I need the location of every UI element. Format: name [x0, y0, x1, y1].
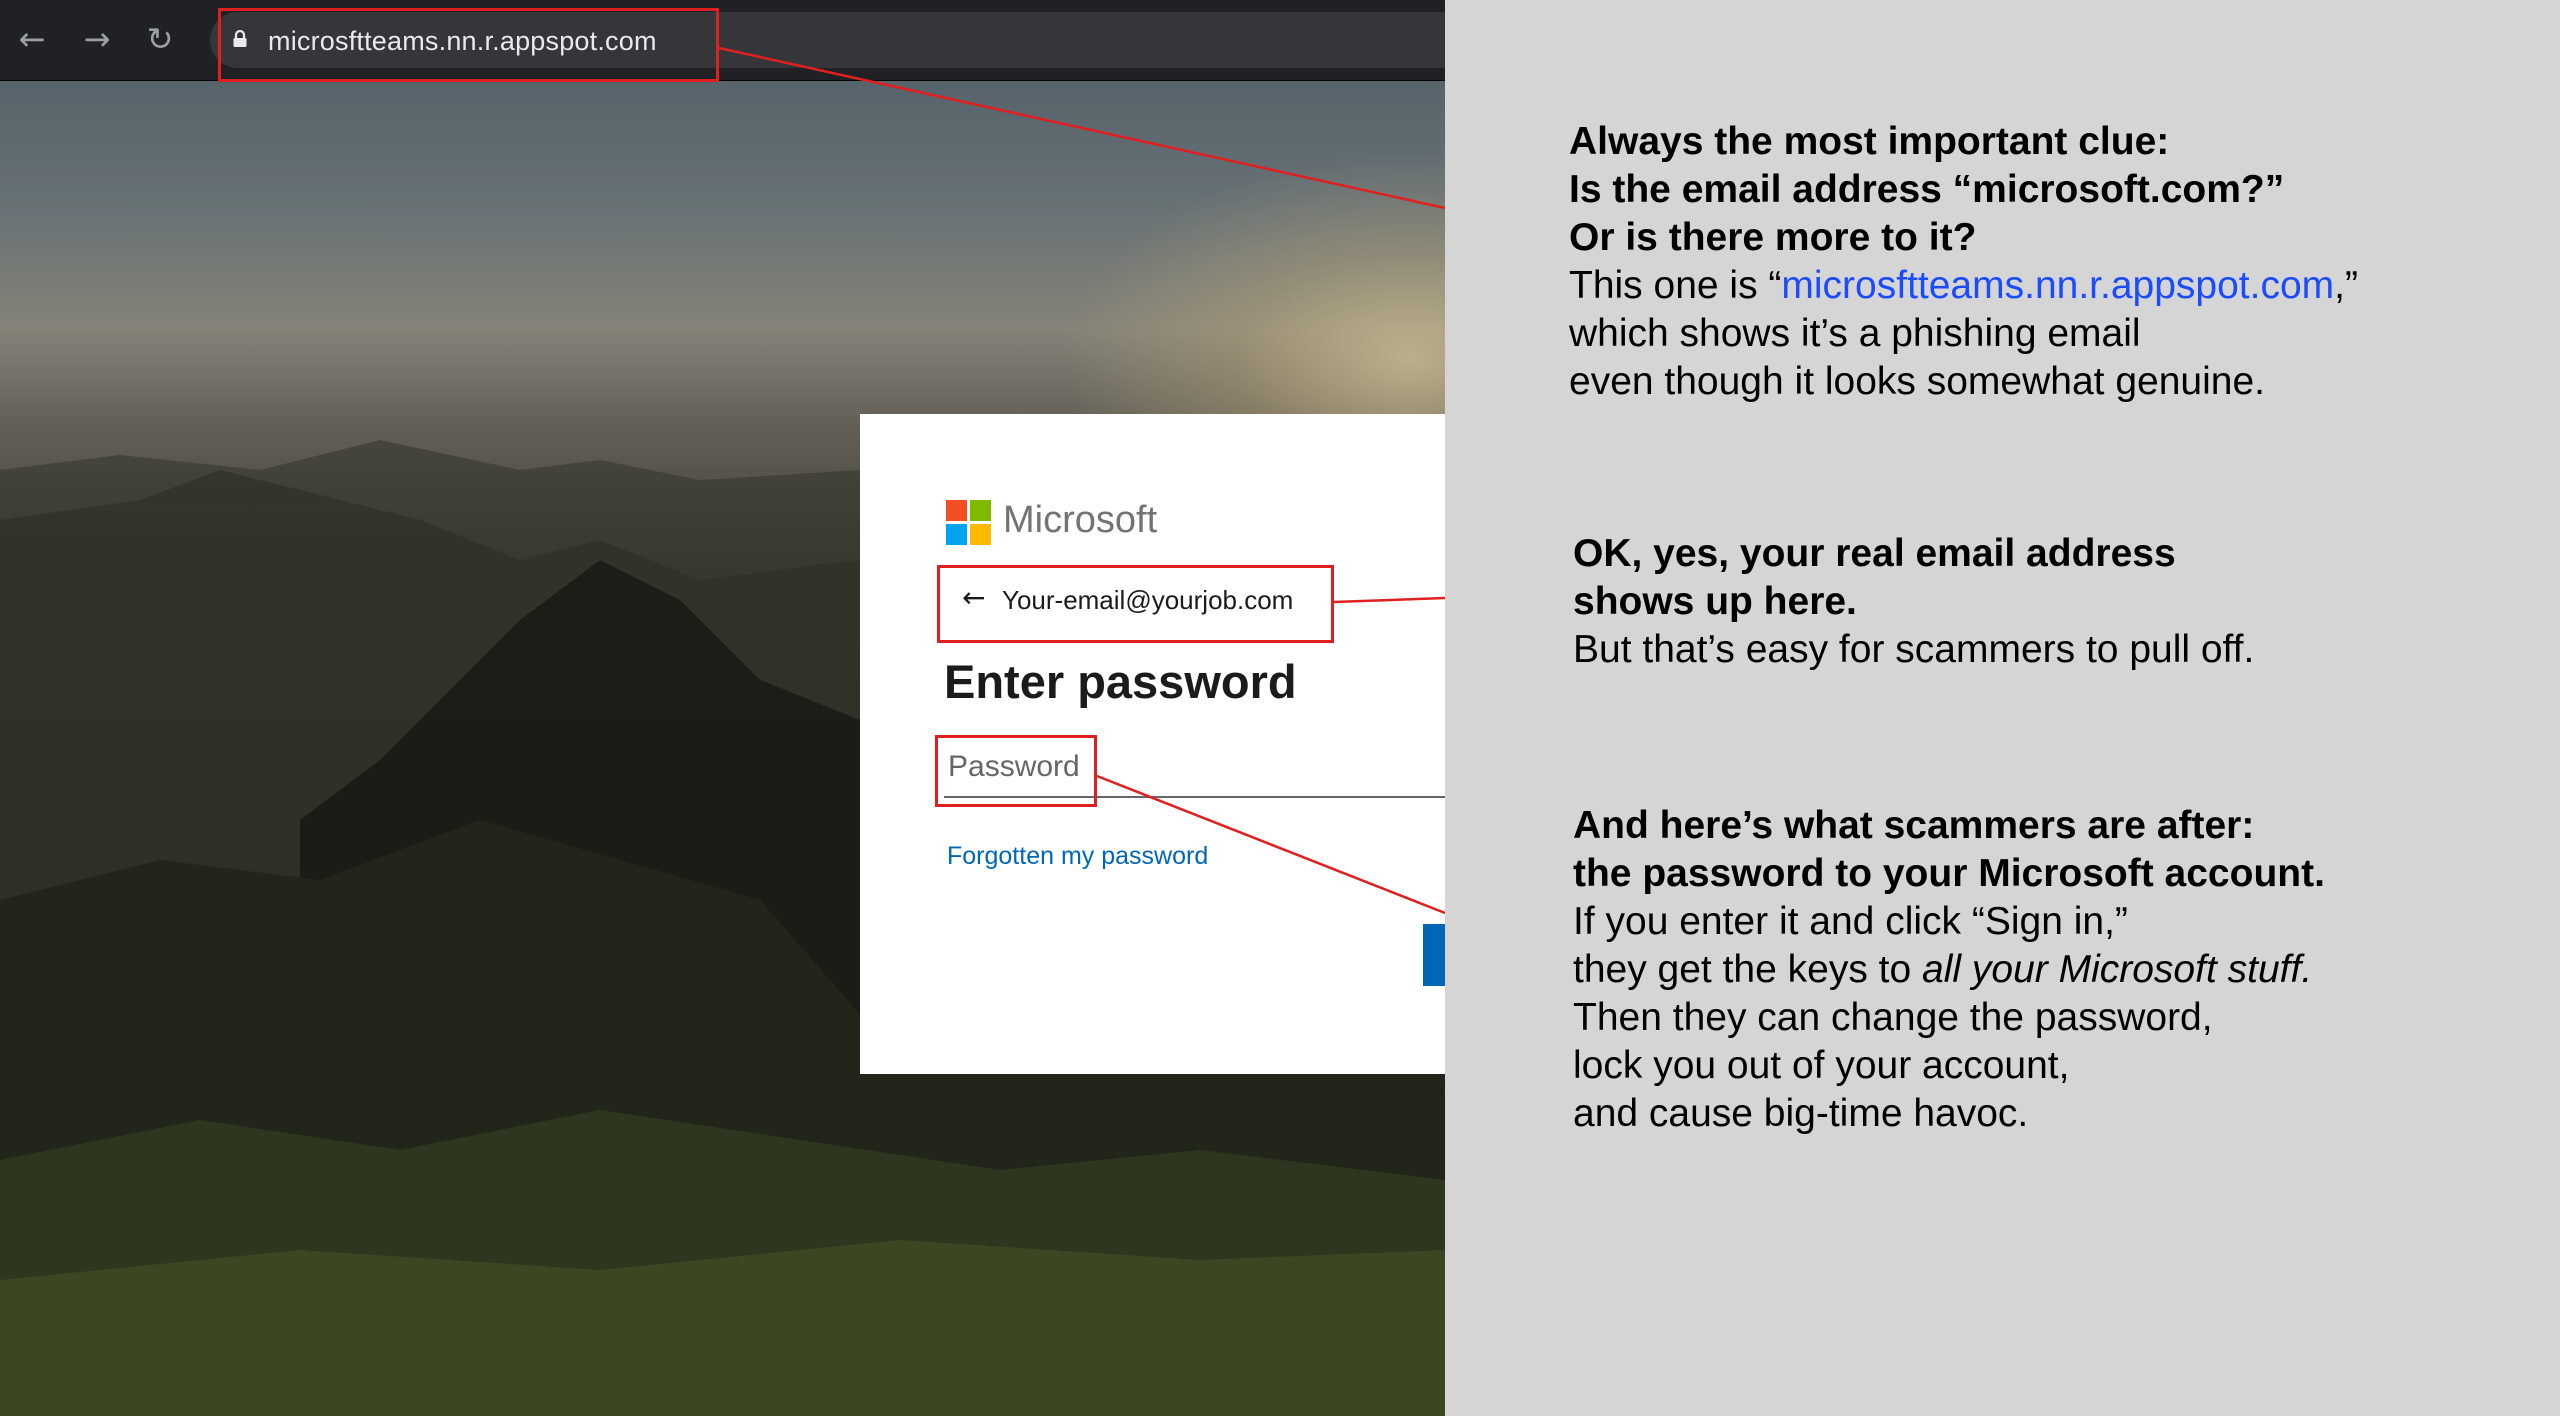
forgot-password-link[interactable]: Forgotten my password [947, 842, 1208, 871]
email-explanation: OK, yes, your real email address shows u… [1573, 530, 2254, 674]
forward-arrow-icon[interactable]: → [75, 17, 119, 61]
text-fragment: This one is “ [1569, 264, 1782, 307]
text-line: lock you out of your account, [1573, 1044, 2070, 1087]
explanation-panel: Always the most important clue: Is the e… [1445, 0, 2560, 1416]
browser-toolbar: ← → ↻ microsftteams.nn.r.appspot.com [0, 0, 1445, 81]
text-line: the password to your Microsoft account. [1573, 852, 2325, 895]
text-line: Is the email address “microsoft.com?” [1569, 168, 2285, 211]
microsoft-logo-icon [946, 500, 992, 546]
text-line: which shows it’s a phishing email [1569, 312, 2141, 355]
text-line: they get the keys to all your Microsoft … [1573, 946, 2325, 994]
brand-name: Microsoft [1003, 499, 1158, 541]
text-line: Always the most important clue: [1569, 120, 2170, 163]
text-line: But that’s easy for scammers to pull off… [1573, 628, 2255, 671]
text-fragment: ,” [2334, 264, 2358, 307]
text-line: Or is there more to it? [1569, 216, 1977, 259]
text-fragment: all your Microsoft stuff. [1922, 948, 2313, 991]
browser-screenshot: ← → ↻ microsftteams.nn.r.appspot.com Mic… [0, 0, 1445, 1416]
password-explanation: And here’s what scammers are after: the … [1573, 802, 2325, 1138]
page-title: Enter password [944, 655, 1297, 708]
text-line: OK, yes, your real email address [1573, 532, 2176, 575]
reload-icon[interactable]: ↻ [138, 17, 182, 61]
text-line: even though it looks somewhat genuine. [1569, 360, 2265, 403]
text-line: If you enter it and click “Sign in,” [1573, 900, 2128, 943]
text-fragment: they get the keys to [1573, 948, 1923, 991]
text-line: Then they can change the password, [1573, 996, 2213, 1039]
url-highlight-box [218, 8, 719, 82]
text-line: shows up here. [1573, 580, 1857, 623]
sign-in-button[interactable] [1423, 924, 1445, 986]
url-explanation: Always the most important clue: Is the e… [1569, 118, 2358, 406]
password-highlight-box [935, 735, 1097, 807]
back-arrow-icon[interactable]: ← [10, 17, 54, 61]
text-line: And here’s what scammers are after: [1573, 804, 2255, 847]
text-line: This one is “microsftteams.nn.r.appspot.… [1569, 262, 2358, 310]
phishing-url-text: microsftteams.nn.r.appspot.com [1781, 264, 2335, 307]
text-line: and cause big-time havoc. [1573, 1092, 2029, 1135]
email-highlight-box [937, 565, 1334, 643]
